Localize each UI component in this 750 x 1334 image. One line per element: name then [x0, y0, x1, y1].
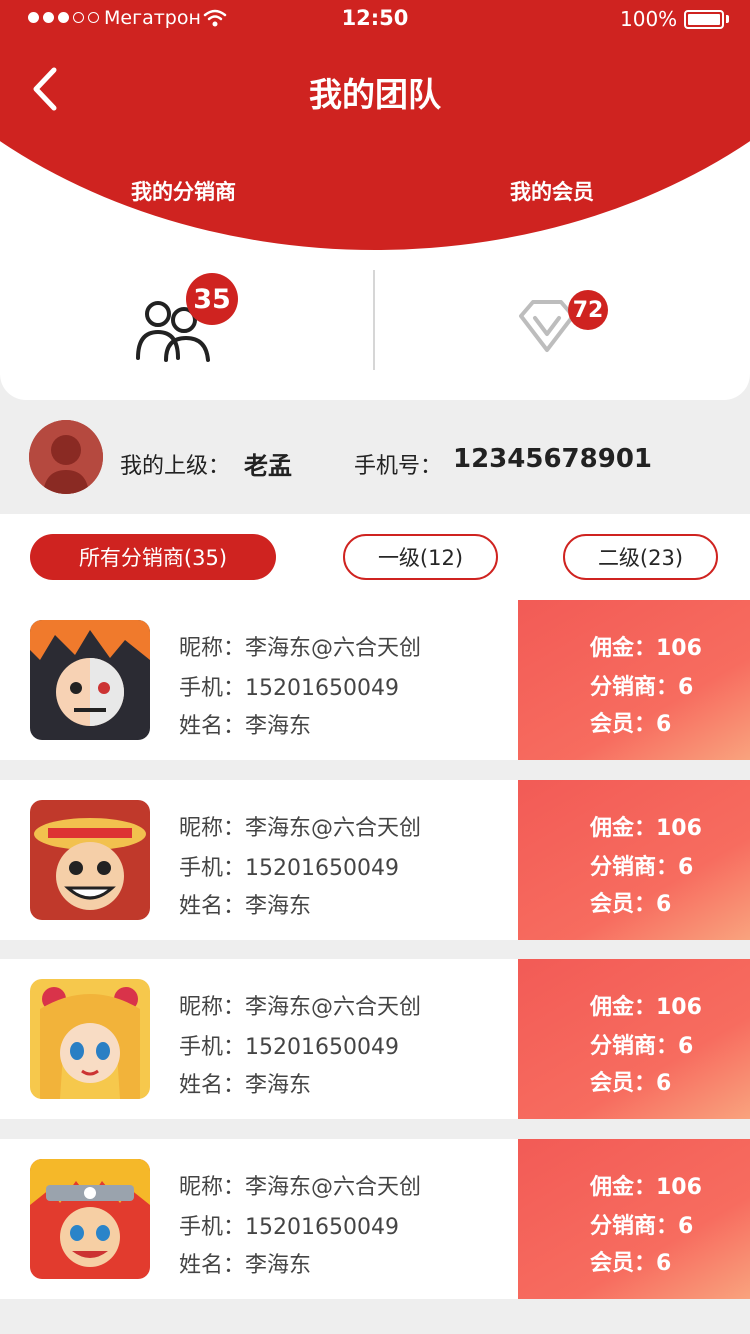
card-distributors: 分销商：6 — [590, 675, 694, 700]
card-stats-panel: 佣金：106 分销商：6 会员：6 — [518, 959, 750, 1119]
avatar — [30, 979, 150, 1099]
tab-divider — [373, 270, 375, 370]
card-members: 会员：6 — [590, 712, 672, 737]
superior-phone-label: 手机号： — [354, 454, 443, 479]
card-name: 姓名：李海东 — [179, 894, 312, 919]
distributor-card[interactable]: 昵称：李海东@六合天创 手机：15201650049 姓名：李海东 佣金：106… — [0, 959, 750, 1119]
filter-all-distributors[interactable]: 所有分销商(35) — [30, 534, 276, 580]
card-nickname: 昵称：李海东@六合天创 — [179, 1175, 422, 1200]
tab-my-distributors[interactable]: 我的分销商 — [131, 176, 236, 206]
superior-label: 我的上级： — [120, 454, 231, 479]
card-phone: 手机：15201650049 — [179, 676, 399, 701]
card-stats-panel: 佣金：106 分销商：6 会员：6 — [518, 600, 750, 760]
card-distributors: 分销商：6 — [590, 1034, 694, 1059]
card-commission: 佣金：106 — [590, 1175, 702, 1200]
card-name: 姓名：李海东 — [179, 1073, 312, 1098]
card-nickname: 昵称：李海东@六合天创 — [179, 816, 422, 841]
avatar — [30, 1159, 150, 1279]
page-title: 我的团队 — [309, 75, 441, 114]
card-phone: 手机：15201650049 — [179, 856, 399, 881]
avatar — [30, 800, 150, 920]
members-count-badge: 72 — [568, 290, 608, 330]
superior-avatar — [29, 420, 103, 494]
filter-bar: 所有分销商(35) 一级(12) 二级(23) — [0, 514, 750, 600]
card-distributors: 分销商：6 — [590, 855, 694, 880]
card-nickname: 昵称：李海东@六合天创 — [179, 636, 422, 661]
superior-name: 老孟 — [244, 452, 292, 480]
card-members: 会员：6 — [590, 1071, 672, 1096]
distributor-card[interactable]: 昵称：李海东@六合天创 手机：15201650049 姓名：李海东 佣金：106… — [0, 780, 750, 940]
card-members: 会员：6 — [590, 1251, 672, 1276]
distributor-card[interactable]: 昵称：李海东@六合天创 手机：15201650049 姓名：李海东 佣金：106… — [0, 1139, 750, 1299]
header-panel: Мегатрон 12:50 100% 我的团队 我的分销商 我的会员 35 7… — [0, 0, 750, 400]
card-distributors: 分销商：6 — [590, 1214, 694, 1239]
distributors-count-badge: 35 — [186, 273, 238, 325]
status-bar: Мегатрон 12:50 100% — [0, 0, 750, 40]
card-commission: 佣金：106 — [590, 995, 702, 1020]
distributor-card[interactable]: 昵称：李海东@六合天创 手机：15201650049 姓名：李海东 佣金：106… — [0, 600, 750, 760]
card-stats-panel: 佣金：106 分销商：6 会员：6 — [518, 1139, 750, 1299]
battery-tip — [726, 15, 729, 23]
card-commission: 佣金：106 — [590, 816, 702, 841]
card-nickname: 昵称：李海东@六合天创 — [179, 995, 422, 1020]
avatar-silhouette-icon — [29, 420, 103, 494]
filter-level-2[interactable]: 二级(23) — [563, 534, 718, 580]
card-phone: 手机：15201650049 — [179, 1215, 399, 1240]
tab-my-members[interactable]: 我的会员 — [510, 176, 594, 206]
card-name: 姓名：李海东 — [179, 1253, 312, 1278]
battery-percent: 100% — [620, 7, 678, 31]
superior-phone: 12345678901 — [453, 444, 652, 474]
card-phone: 手机：15201650049 — [179, 1035, 399, 1060]
card-members: 会员：6 — [590, 892, 672, 917]
battery-icon — [684, 10, 724, 29]
filter-level-1[interactable]: 一级(12) — [343, 534, 498, 580]
card-name: 姓名：李海东 — [179, 714, 312, 739]
card-commission: 佣金：106 — [590, 636, 702, 661]
avatar — [30, 620, 150, 740]
card-stats-panel: 佣金：106 分销商：6 会员：6 — [518, 780, 750, 940]
